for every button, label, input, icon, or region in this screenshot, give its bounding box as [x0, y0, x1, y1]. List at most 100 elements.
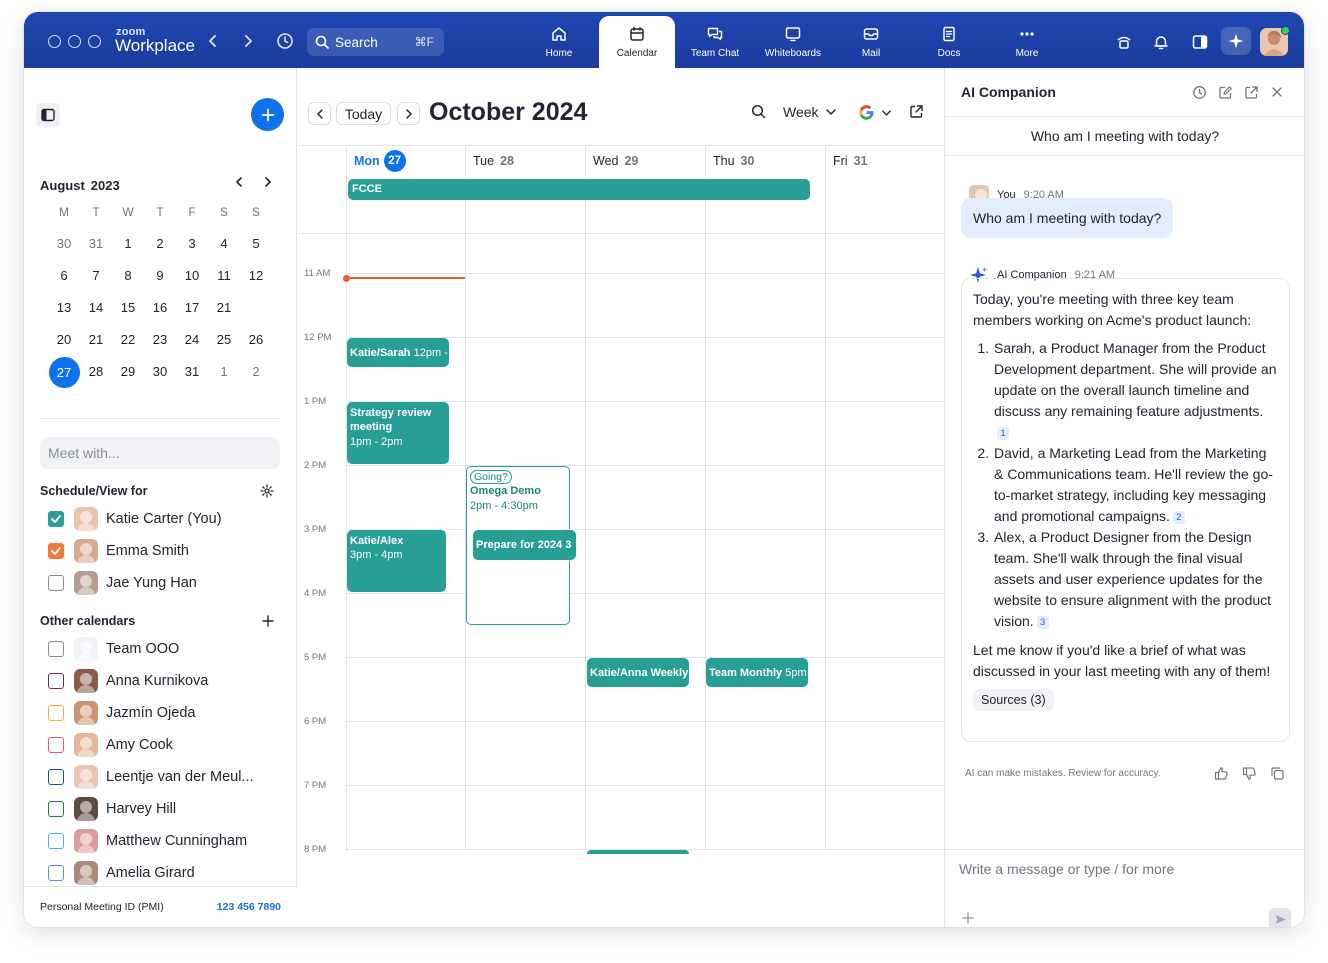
mini-calendar-prev-icon[interactable]	[235, 176, 243, 191]
side-panel-icon[interactable]	[1190, 32, 1210, 52]
tab-whiteboards[interactable]: Whiteboards	[755, 16, 831, 68]
calendar-entry[interactable]: Emma Smith	[48, 538, 288, 564]
mini-calendar-day[interactable]: 31	[176, 357, 208, 387]
collapse-sidebar-button[interactable]	[36, 103, 60, 127]
mini-calendar-day[interactable]: 7	[80, 261, 112, 291]
tab-more[interactable]: More	[989, 16, 1065, 68]
send-button[interactable]	[1269, 908, 1291, 927]
pop-out-icon[interactable]	[1243, 84, 1259, 100]
mini-calendar-day[interactable]: 28	[80, 357, 112, 387]
history-icon[interactable]	[274, 30, 296, 52]
calendar-entry[interactable]: Amelia Girard	[48, 860, 288, 886]
checkbox-checked[interactable]	[48, 543, 64, 559]
google-calendar-select[interactable]	[858, 104, 892, 121]
calendar-entry[interactable]: Leentje van der Meul...	[48, 764, 288, 790]
mini-calendar-day[interactable]: 10	[176, 261, 208, 291]
calendar-entry[interactable]: Katie Carter (You)	[48, 506, 288, 532]
calendar-entry[interactable]: Jazmín Ojeda	[48, 700, 288, 726]
mini-calendar-day[interactable]	[240, 293, 272, 323]
mini-calendar-day[interactable]: 6	[48, 261, 80, 291]
mini-calendar-day[interactable]: 5	[240, 229, 272, 259]
mini-calendar-day[interactable]: 2	[144, 229, 176, 259]
event-katie-alex[interactable]: Katie/Alex 3pm - 4pm	[347, 530, 446, 592]
event-prepare[interactable]: Prepare for 2024 3	[473, 530, 576, 560]
day-header-today[interactable]: Mon 27	[346, 146, 465, 176]
mini-calendar-day[interactable]: 14	[80, 293, 112, 323]
mini-calendar-day[interactable]: 12	[240, 261, 272, 291]
checkbox[interactable]	[48, 801, 64, 817]
mini-calendar-day[interactable]: 23	[144, 325, 176, 355]
citation-badge[interactable]: 3	[1036, 616, 1049, 629]
mini-calendar-day[interactable]: 30	[48, 229, 80, 259]
search-icon[interactable]	[751, 104, 766, 119]
mini-calendar-day[interactable]: 3	[176, 229, 208, 259]
calendar-entry[interactable]: Anna Kurnikova	[48, 668, 288, 694]
new-chat-icon[interactable]	[1217, 84, 1233, 100]
prev-week-button[interactable]	[308, 102, 331, 125]
calendar-entry[interactable]: Matthew Cunningham	[48, 828, 288, 854]
window-control-icon[interactable]	[68, 35, 81, 48]
mini-calendar-day[interactable]: 2	[240, 357, 272, 387]
going-badge[interactable]: Going?	[470, 470, 512, 484]
open-external-icon[interactable]	[909, 104, 924, 119]
day-header[interactable]: Wed 29	[585, 146, 705, 176]
window-control-icon[interactable]	[88, 35, 101, 48]
today-button[interactable]: Today	[336, 102, 391, 125]
back-arrow-icon[interactable]	[202, 30, 224, 52]
checkbox[interactable]	[48, 673, 64, 689]
sources-button[interactable]: Sources (3)	[973, 689, 1054, 711]
calendar-entry[interactable]: Amy Cook	[48, 732, 288, 758]
phone-icon[interactable]	[1114, 32, 1134, 52]
mini-calendar-day[interactable]: 31	[80, 229, 112, 259]
add-attachment-icon[interactable]	[962, 910, 974, 927]
mini-calendar-day[interactable]: 13	[48, 293, 80, 323]
close-icon[interactable]	[1269, 84, 1285, 100]
mini-calendar-day[interactable]: 30	[144, 357, 176, 387]
view-select[interactable]: Week	[783, 104, 837, 120]
tab-mail[interactable]: Mail	[833, 16, 909, 68]
checkbox[interactable]	[48, 769, 64, 785]
calendar-entry[interactable]: Team OOO	[48, 636, 288, 662]
search-bar[interactable]: Search ⌘F	[307, 28, 444, 56]
mini-calendar-day[interactable]: 20	[48, 325, 80, 355]
citation-badge[interactable]: 2	[1172, 511, 1185, 524]
event-partial[interactable]	[587, 850, 689, 854]
day-header[interactable]: Fri 31	[825, 146, 944, 176]
mini-calendar-day[interactable]: 25	[208, 325, 240, 355]
checkbox[interactable]	[48, 833, 64, 849]
pmi-value[interactable]: 123 456 7890	[217, 901, 281, 913]
mini-calendar-day[interactable]: 17	[176, 293, 208, 323]
checkbox[interactable]	[48, 575, 64, 591]
mini-calendar-day[interactable]: 8	[112, 261, 144, 291]
bell-icon[interactable]	[1151, 32, 1171, 52]
history-icon[interactable]	[1191, 84, 1207, 100]
event-strategy-review[interactable]: Strategy review meeting 1pm - 2pm	[347, 402, 449, 464]
mini-calendar-day[interactable]: 21	[80, 325, 112, 355]
day-header[interactable]: Thu 30	[705, 146, 825, 176]
next-week-button[interactable]	[397, 102, 420, 125]
copy-icon[interactable]	[1269, 765, 1285, 781]
checkbox[interactable]	[48, 641, 64, 657]
meet-with-input[interactable]: Meet with...	[40, 437, 280, 469]
mini-calendar-day[interactable]: 29	[112, 357, 144, 387]
checkbox[interactable]	[48, 705, 64, 721]
event-katie-anna[interactable]: Katie/Anna Weekly	[587, 658, 689, 687]
citation-badge[interactable]: 1	[997, 427, 1009, 440]
mini-calendar-day[interactable]: 1	[208, 357, 240, 387]
checkbox[interactable]	[48, 865, 64, 881]
new-event-button[interactable]	[251, 98, 284, 131]
mini-calendar-day[interactable]: 4	[208, 229, 240, 259]
mini-calendar-day[interactable]: 21	[208, 293, 240, 323]
mini-calendar-day[interactable]: 24	[176, 325, 208, 355]
event-team-monthly[interactable]: Team Monthly 5pm	[706, 658, 808, 687]
mini-calendar-day[interactable]: 9	[144, 261, 176, 291]
day-header[interactable]: Tue 28	[465, 146, 585, 176]
mini-calendar-next-icon[interactable]	[264, 176, 272, 191]
tab-home[interactable]: Home	[521, 16, 597, 68]
mini-calendar-day[interactable]: 1	[112, 229, 144, 259]
message-composer[interactable]: Write a message or type / for more	[945, 849, 1304, 927]
all-day-event[interactable]: FCCE	[348, 179, 810, 200]
mini-calendar-day[interactable]: 22	[112, 325, 144, 355]
ai-companion-button[interactable]	[1221, 27, 1251, 55]
mini-calendar-day[interactable]: 26	[240, 325, 272, 355]
